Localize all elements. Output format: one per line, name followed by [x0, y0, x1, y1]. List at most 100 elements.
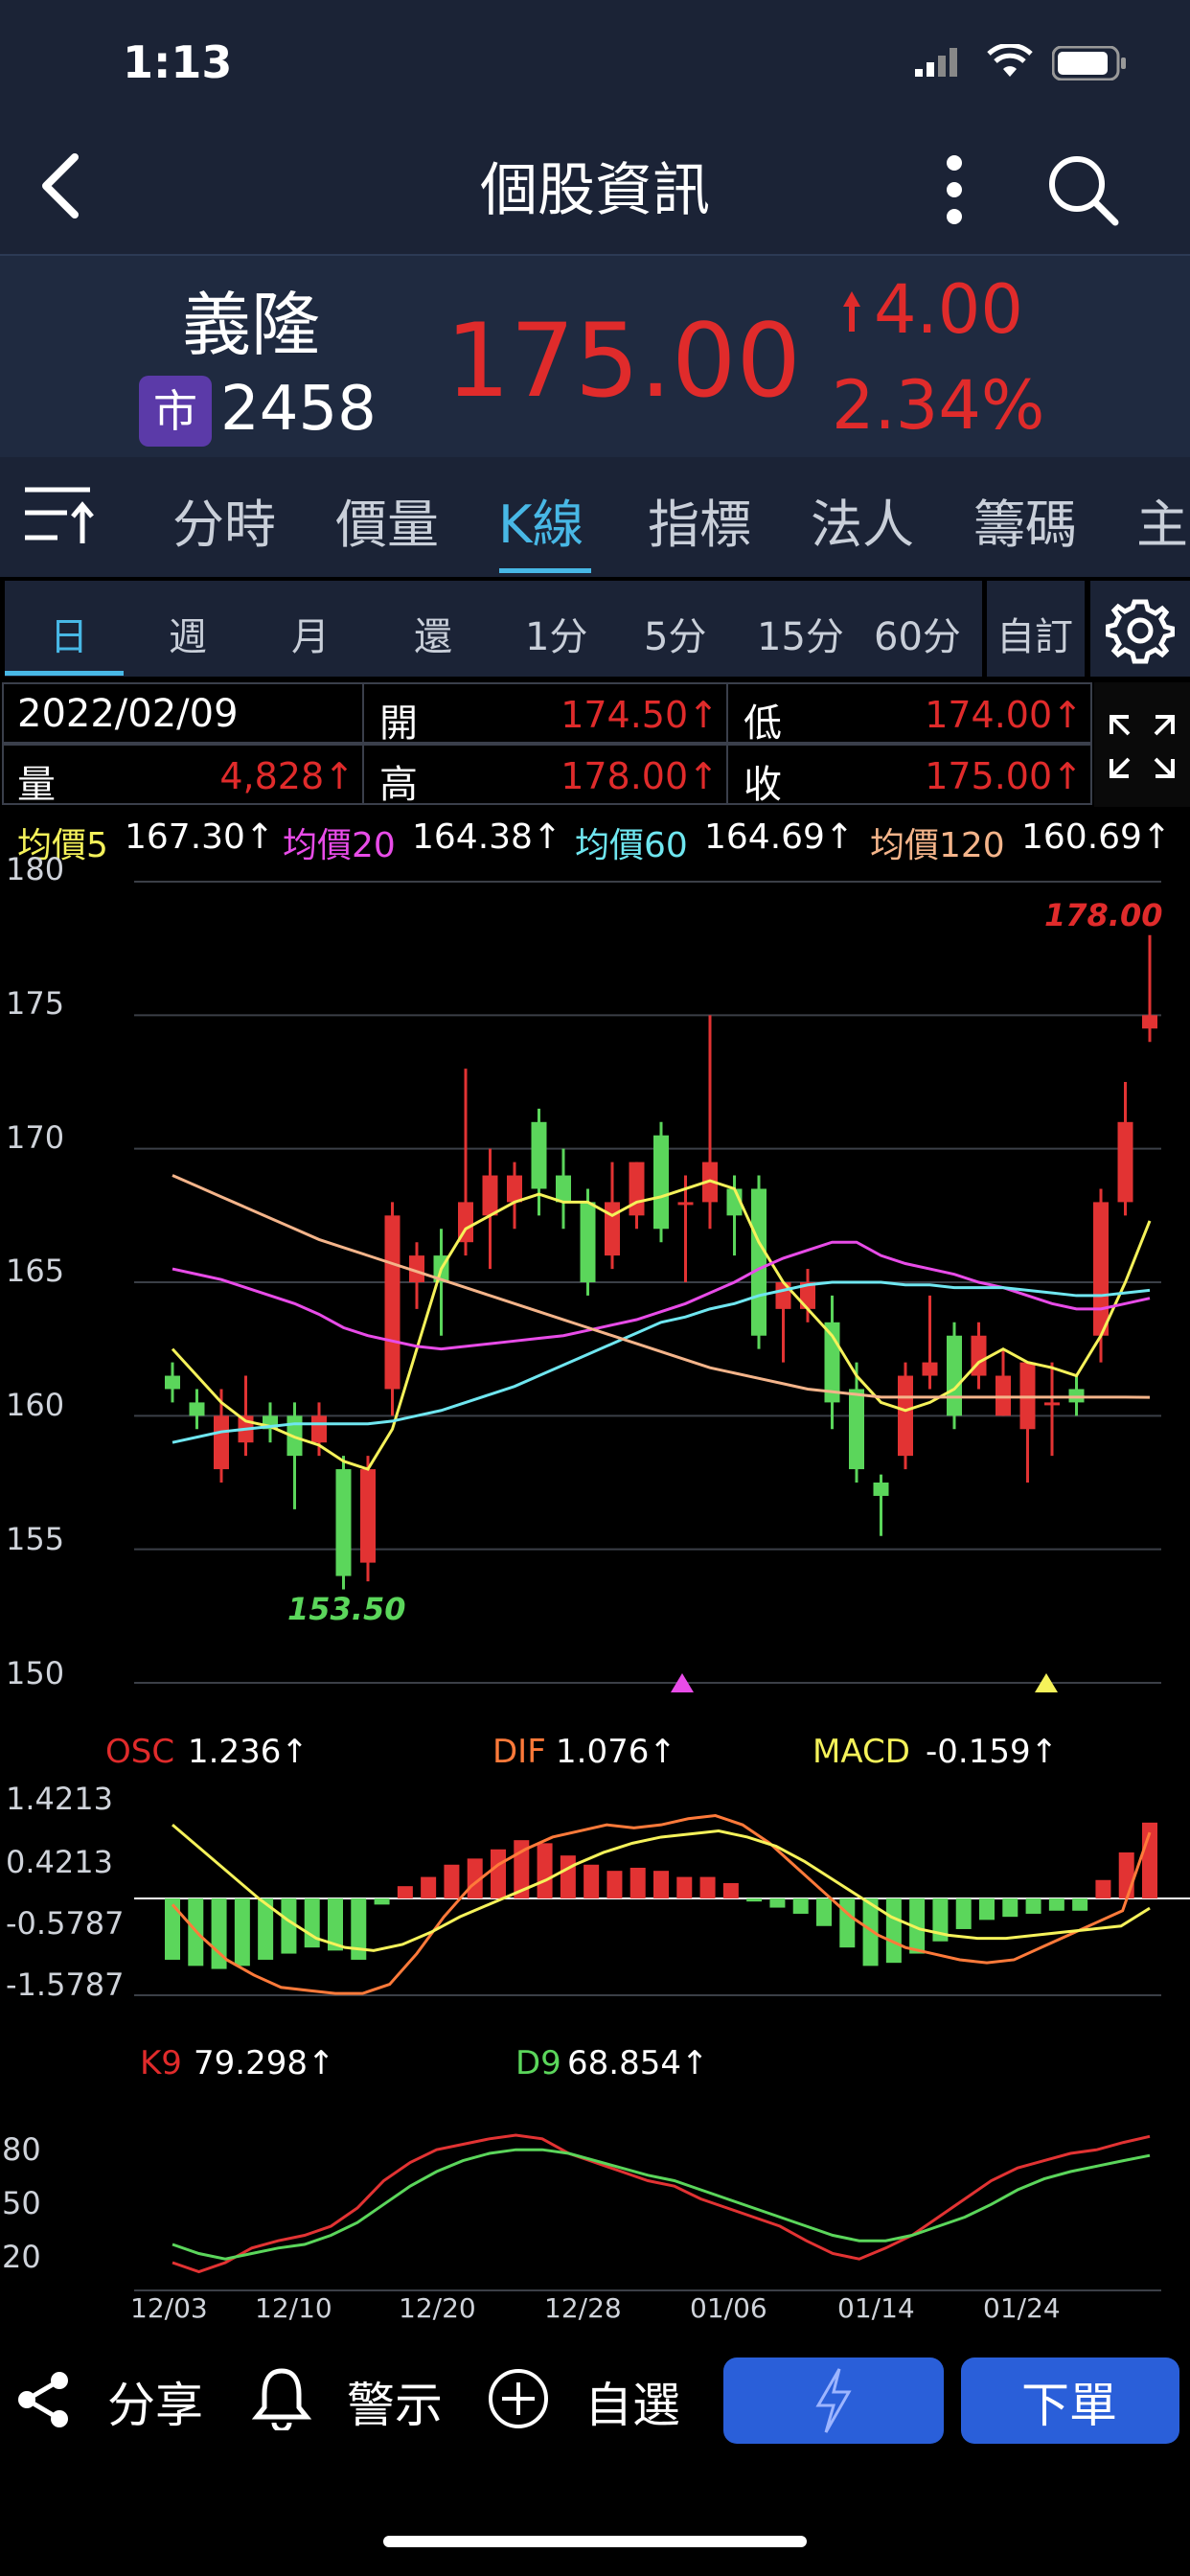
signal-icon — [915, 48, 959, 80]
stock-code: 2458 — [220, 374, 377, 445]
osc-bar — [537, 1843, 553, 1898]
candle-body — [677, 1202, 694, 1206]
page-title: 個股資訊 — [480, 157, 710, 224]
k9-value: 79.298↑ — [194, 2044, 335, 2082]
candle-body — [922, 1362, 938, 1376]
status-time: 1:13 — [123, 36, 233, 88]
osc-bar — [606, 1871, 623, 1898]
kd-chart[interactable] — [0, 2089, 1190, 2300]
order-label: 下單 — [1021, 2378, 1117, 2433]
ma20-value: 164.38↑ — [412, 817, 562, 857]
osc-bar — [816, 1898, 832, 1926]
candle-body — [165, 1375, 180, 1390]
volume-label: 量 — [17, 763, 56, 807]
y-tick: 150 — [6, 1655, 65, 1691]
osc-bar — [979, 1898, 995, 1920]
candle-body — [1044, 1402, 1060, 1406]
candle-body — [311, 1415, 327, 1443]
osc-bar — [722, 1882, 739, 1898]
period-restored[interactable]: 還 — [414, 606, 452, 661]
period-15min[interactable]: 15分 — [757, 606, 844, 661]
macd-label: MACD — [812, 1733, 910, 1771]
period-1min[interactable]: 1分 — [525, 606, 587, 661]
period-active-indicator — [5, 671, 124, 676]
more-icon[interactable] — [945, 155, 964, 228]
tab-menu-icon[interactable] — [23, 484, 100, 551]
gear-icon[interactable] — [1105, 596, 1176, 669]
osc-bar — [1025, 1898, 1041, 1914]
tab-indicators[interactable]: 指標 — [648, 482, 751, 558]
price-change-pct: 2.34% — [832, 366, 1045, 445]
up-arrow-icon — [841, 288, 862, 335]
osc-bar — [374, 1898, 390, 1905]
kd-y-tick: 20 — [2, 2239, 41, 2275]
period-custom[interactable]: 自訂 — [996, 606, 1073, 661]
osc-bar — [653, 1871, 669, 1898]
x-tick: 12/03 — [130, 2292, 208, 2324]
candle-body — [898, 1375, 913, 1457]
macd-chart[interactable] — [0, 1782, 1190, 2003]
macd-y-tick: -0.5787 — [6, 1905, 125, 1942]
wifi-icon — [987, 42, 1033, 82]
osc-bar — [165, 1898, 180, 1960]
osc-bar — [397, 1886, 413, 1898]
osc-value: 1.236↑ — [188, 1733, 309, 1771]
add-circle-icon[interactable] — [487, 2367, 550, 2434]
osc-bar — [421, 1876, 437, 1898]
osc-bar — [281, 1898, 297, 1954]
ma60-value: 164.69↑ — [704, 817, 855, 857]
osc-bar — [491, 1849, 506, 1898]
candle-body — [1142, 1015, 1157, 1029]
candle-body — [751, 1188, 767, 1336]
kd-y-tick: 80 — [2, 2131, 41, 2168]
low-value: 174.00↑ — [925, 694, 1083, 736]
tab-tick[interactable]: 分時 — [172, 482, 276, 558]
candle-body — [849, 1389, 864, 1470]
search-icon[interactable] — [1046, 153, 1119, 230]
candle-body — [482, 1175, 498, 1216]
candle-body — [507, 1175, 522, 1203]
candle-body — [947, 1335, 962, 1416]
high-value: 178.00↑ — [561, 755, 719, 797]
osc-bar — [955, 1898, 972, 1929]
battery-icon — [1051, 45, 1129, 84]
y-tick: 160 — [6, 1387, 65, 1423]
kd-line — [172, 2133, 1151, 2274]
osc-bar — [792, 1898, 809, 1914]
dif-value: 1.076↑ — [556, 1733, 676, 1771]
tab-chips[interactable]: 籌碼 — [973, 482, 1077, 558]
price-chart[interactable] — [0, 853, 1190, 1696]
watchlist-button[interactable]: 自選 — [584, 2367, 680, 2436]
x-tick: 01/06 — [690, 2292, 767, 2324]
stock-price: 175.00 — [446, 302, 801, 420]
macd-y-tick: 0.4213 — [6, 1844, 113, 1880]
candle-body — [605, 1202, 620, 1256]
candle-body — [189, 1402, 205, 1416]
share-button[interactable]: 分享 — [107, 2367, 203, 2436]
candle-body — [629, 1162, 645, 1216]
tab-price-volume[interactable]: 價量 — [335, 482, 439, 558]
alert-button[interactable]: 警示 — [347, 2367, 443, 2436]
bell-icon[interactable] — [251, 2365, 312, 2434]
expand-icon[interactable] — [1108, 713, 1177, 784]
candle-body — [360, 1469, 376, 1563]
tab-main[interactable]: 主 — [1136, 482, 1188, 558]
osc-bar — [885, 1898, 902, 1964]
share-icon[interactable] — [15, 2371, 71, 2432]
osc-label: OSC — [105, 1733, 175, 1771]
candle-body — [384, 1215, 400, 1390]
period-5min[interactable]: 5分 — [644, 606, 706, 661]
period-60min[interactable]: 60分 — [874, 606, 961, 661]
kd-y-tick: 50 — [2, 2185, 41, 2221]
osc-bar — [584, 1864, 600, 1898]
low-label: 低 — [744, 702, 782, 746]
period-week[interactable]: 週 — [169, 606, 207, 661]
tab-kline[interactable]: K線 — [498, 482, 584, 558]
kd-line — [172, 2148, 1151, 2261]
x-tick: 12/20 — [399, 2292, 476, 2324]
dif-label: DIF — [492, 1733, 546, 1771]
info-date: 2022/02/09 — [17, 692, 239, 736]
period-month[interactable]: 月 — [291, 606, 330, 661]
tab-institutional[interactable]: 法人 — [811, 482, 914, 558]
period-day[interactable]: 日 — [50, 606, 88, 661]
